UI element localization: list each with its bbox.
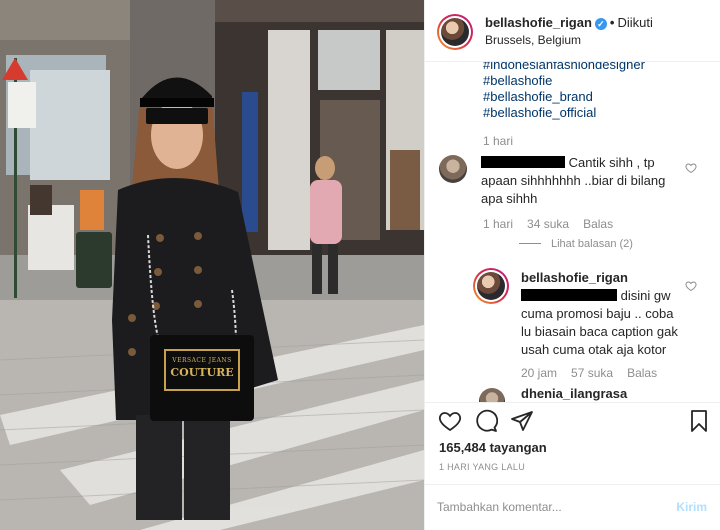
comment-text: Cantik sihh , tp apaan sihhhhhhh ..biar … xyxy=(481,154,691,208)
reply-line: lu biasain baca caption gak xyxy=(521,324,678,339)
commenter-avatar[interactable] xyxy=(439,155,467,183)
share-icon[interactable] xyxy=(510,409,534,433)
street-photo-image xyxy=(0,0,424,530)
add-comment-bar: Kirim xyxy=(425,484,720,530)
post-photo[interactable]: VERSACE JEANS COUTURE xyxy=(0,0,424,530)
post-timestamp[interactable]: 1 HARI YANG LALU xyxy=(439,462,525,472)
caption-time[interactable]: 1 hari xyxy=(483,134,513,148)
post-side-panel: bellashofie_rigan ✓ • Diikuti Brussels, Bel… xyxy=(424,0,720,530)
hashtag-link[interactable]: #bellashofie xyxy=(483,73,552,88)
author-avatar[interactable] xyxy=(437,14,473,50)
post-actions: 165,484 tayangan 1 HARI YANG LALU xyxy=(425,402,720,480)
post-header: bellashofie_rigan ✓ • Diikuti Brussels, Bel… xyxy=(425,0,720,62)
view-replies-link[interactable]: Lihat balasan (2) xyxy=(519,238,633,250)
reply-line: cuma promosi baju .. coba xyxy=(521,306,674,321)
comment-icon[interactable] xyxy=(474,409,498,433)
heart-icon[interactable] xyxy=(438,409,462,433)
location-link[interactable]: Brussels, Belgium xyxy=(485,33,581,47)
reply-username[interactable]: bellashofie_rigan xyxy=(521,270,628,285)
author-username[interactable]: bellashofie_rigan xyxy=(485,15,592,30)
bookmark-icon[interactable] xyxy=(687,409,711,433)
comment-meta: 1 hari 34 suka Balas xyxy=(483,217,613,231)
redacted-username xyxy=(481,156,565,168)
comment-line: Cantik sihh , tp xyxy=(568,155,655,170)
next-commenter-avatar[interactable] xyxy=(479,388,505,402)
view-count[interactable]: 165,484 tayangan xyxy=(439,440,547,455)
post-comment-button[interactable]: Kirim xyxy=(676,500,707,514)
author-line: bellashofie_rigan ✓ • Diikuti xyxy=(485,15,653,30)
reply-button[interactable]: Balas xyxy=(627,366,657,380)
comment-likes[interactable]: 34 suka xyxy=(527,217,569,231)
reply-time[interactable]: 20 jam xyxy=(521,366,557,380)
bag-logo-text: VERSACE JEANS COUTURE xyxy=(166,355,238,379)
hashtag-link[interactable]: #bellashofie_brand xyxy=(483,89,593,104)
comment-line: apa sihhh xyxy=(481,191,538,206)
reply-meta: 20 jam 57 suka Balas xyxy=(521,366,657,380)
next-comment-username[interactable]: dhenia_ilangrasa xyxy=(521,385,627,402)
comment-heart-icon[interactable] xyxy=(685,162,697,174)
redacted-mention xyxy=(521,289,617,301)
comment-time[interactable]: 1 hari xyxy=(483,217,513,231)
reply-likes[interactable]: 57 suka xyxy=(571,366,613,380)
bag-logo-line2: COUTURE xyxy=(170,366,234,379)
follow-status-button[interactable]: Diikuti xyxy=(617,15,652,30)
reply-heart-icon[interactable] xyxy=(685,280,697,292)
comment-line: apaan sihhhhhhh ..biar di bilang xyxy=(481,173,666,188)
hashtag-link[interactable]: #bellashofie_official xyxy=(483,105,596,120)
reply-line: disini gw xyxy=(620,288,671,303)
comment-input[interactable] xyxy=(437,495,657,519)
reply-button[interactable]: Balas xyxy=(583,217,613,231)
comments-list[interactable]: #indonesianfashiondesigner #bellashofie … xyxy=(425,62,720,402)
verified-badge-icon: ✓ xyxy=(594,18,607,30)
reply-line: usah cuma otak aja kotor xyxy=(521,342,667,357)
separator-dot: • xyxy=(609,15,615,30)
hashtag-link[interactable]: #indonesianfashiondesigner xyxy=(483,62,645,72)
reply-avatar[interactable] xyxy=(473,268,509,304)
reply-text: bellashofie_rigan disini gw cuma promosi… xyxy=(521,269,686,359)
